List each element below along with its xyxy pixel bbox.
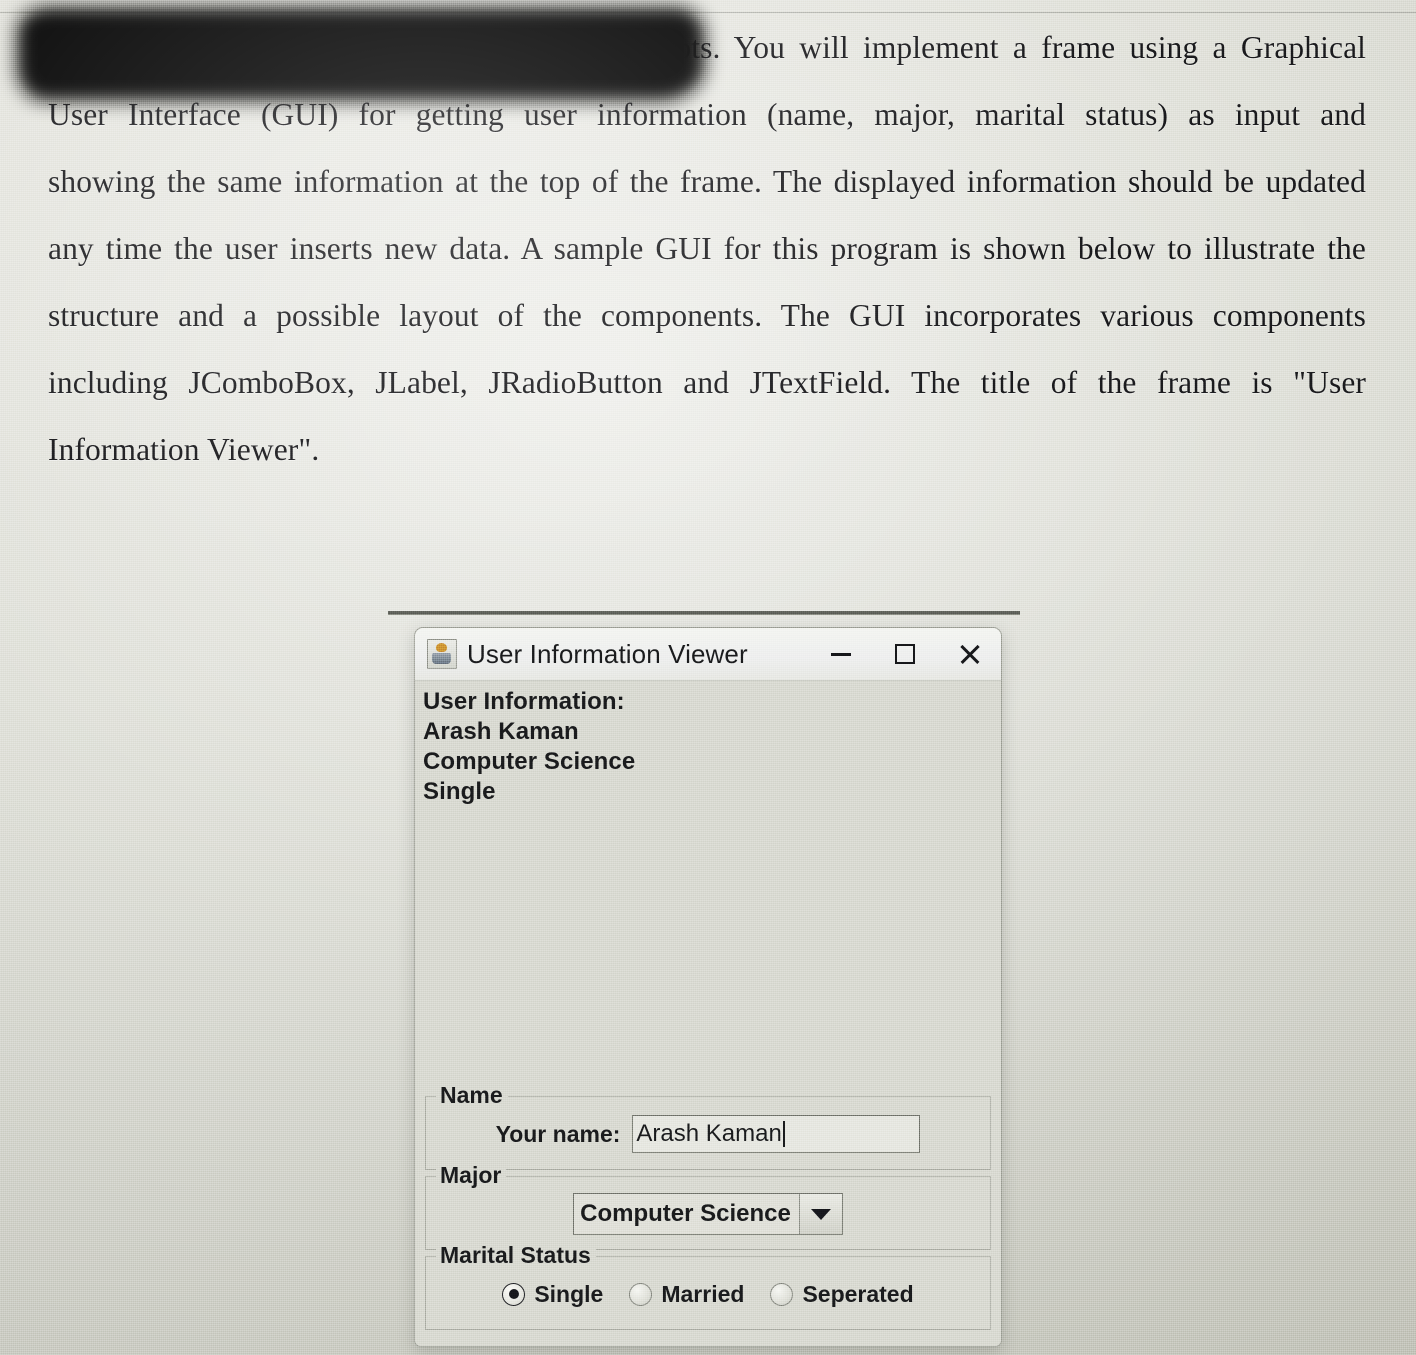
major-row: Computer Science [426,1193,990,1235]
name-input-value: Arash Kaman [636,1120,782,1147]
radio-seperated-label: Seperated [802,1280,914,1307]
minimize-button[interactable] [809,628,873,680]
doc-line-4: any time the user inserts new data. A sa… [48,231,1366,266]
doc-line-6: including JComboBox, JLabel, JRadioButto… [48,365,1366,400]
major-combobox-arrow-button[interactable] [798,1194,842,1234]
radio-married-label: Married [661,1280,745,1307]
radio-single-indicator [502,1282,526,1306]
major-group-title: Major [436,1162,507,1189]
name-group-title: Name [436,1082,508,1109]
screenshot-canvas: assignment is based on Chapters 10 -11 c… [0,0,1416,1355]
window-title-bar[interactable]: User Information Viewer [415,628,1001,681]
name-row: Your name: Arash Kaman [426,1113,990,1155]
window-top-rule [388,611,1020,615]
maximize-icon [895,644,915,664]
java-duke-icon [427,639,457,669]
major-combobox-value: Computer Science [580,1200,791,1227]
maximize-button[interactable] [873,628,937,680]
chevron-down-icon [810,1208,831,1220]
close-button[interactable] [937,628,1001,680]
major-group: Major Computer Science [425,1162,991,1250]
user-information-display: User Information: Arash Kaman Computer S… [415,681,1001,1096]
doc-line-3: showing the same information at the top … [48,164,1366,199]
window-content: User Information: Arash Kaman Computer S… [415,681,1001,1346]
window-title: User Information Viewer [467,638,748,669]
marital-status-group-title: Marital Status [436,1242,596,1269]
doc-line-5: structure and a possible layout of the c… [48,298,1366,333]
radio-seperated[interactable]: Seperated [770,1280,914,1308]
major-combobox[interactable]: Computer Science [573,1193,843,1235]
user-information-viewer-window: User Information Viewer User Information… [414,627,1002,1347]
radio-single-label: Single [534,1280,604,1307]
info-heading: User Information: [423,688,625,715]
window-bottom-padding [415,1336,1001,1346]
info-name: Arash Kaman [423,718,579,745]
doc-line-7: Information Viewer". [48,432,320,467]
close-icon [958,643,980,665]
radio-married-indicator [629,1282,653,1306]
your-name-label: Your name: [495,1120,621,1147]
window-controls [809,628,1001,680]
marital-status-row: Single Married Seperated [426,1273,990,1315]
info-marital-status: Single [423,778,496,805]
radio-seperated-indicator [770,1282,794,1306]
text-caret [782,1121,785,1147]
redaction-bar [16,6,706,102]
radio-married[interactable]: Married [629,1281,744,1308]
radio-single[interactable]: Single [502,1281,603,1308]
name-input[interactable]: Arash Kaman [632,1115,921,1153]
marital-status-group: Marital Status Single Married Seperated [425,1242,991,1330]
info-major: Computer Science [423,748,636,775]
name-group: Name Your name: Arash Kaman [425,1082,991,1170]
minimize-icon [831,652,851,656]
